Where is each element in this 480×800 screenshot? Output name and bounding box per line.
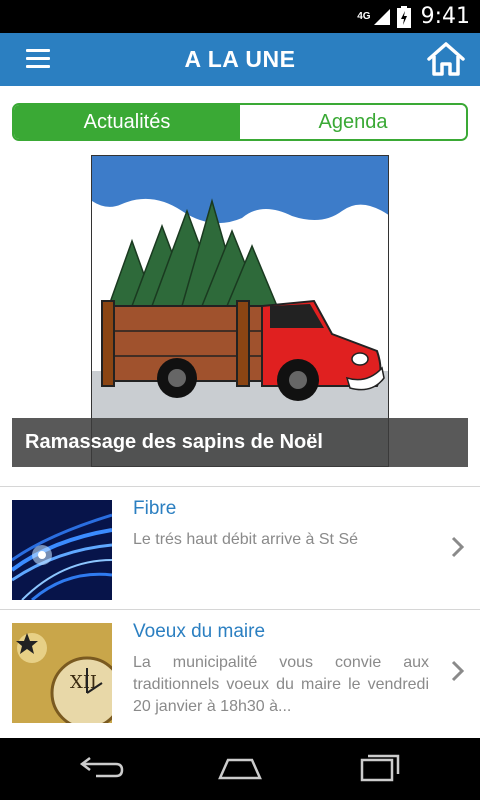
news-thumbnail: XII [12,623,112,723]
segmented-tabs: Actualités Agenda [12,103,468,141]
recent-apps-icon[interactable] [356,750,404,786]
system-nav-bar [0,738,480,800]
app-bar: A LA UNE [0,33,480,86]
news-thumbnail [12,500,112,600]
signal-icon [373,8,390,25]
battery-icon [396,5,411,28]
nav-home-icon[interactable] [216,750,264,786]
home-icon[interactable] [426,41,466,77]
news-title: Fibre [133,498,177,519]
list-item[interactable]: Fibre Le trés haut débit arrive à St Sé [0,487,480,609]
network-type: 4G [357,11,371,22]
page-title: A LA UNE [184,46,296,72]
chevron-right-icon [451,660,465,682]
list-item[interactable]: XII Voeux du maire La municipalité vous … [0,610,480,732]
news-description: Le trés haut débit arrive à St Sé [133,531,359,548]
chevron-right-icon [451,536,465,558]
tab-actualites[interactable]: Actualités [14,105,240,139]
back-icon[interactable] [76,750,124,786]
featured-article[interactable]: Ramassage des sapins de Noël [12,155,468,467]
menu-icon[interactable] [24,47,54,71]
featured-caption: Ramassage des sapins de Noël [12,418,468,467]
clock: 9:41 [420,4,470,29]
status-bar: 4G 9:41 [0,0,480,33]
news-description: La municipalité vous convie aux traditio… [133,654,429,715]
news-title: Voeux du maire [133,621,266,642]
tab-agenda[interactable]: Agenda [240,105,466,139]
